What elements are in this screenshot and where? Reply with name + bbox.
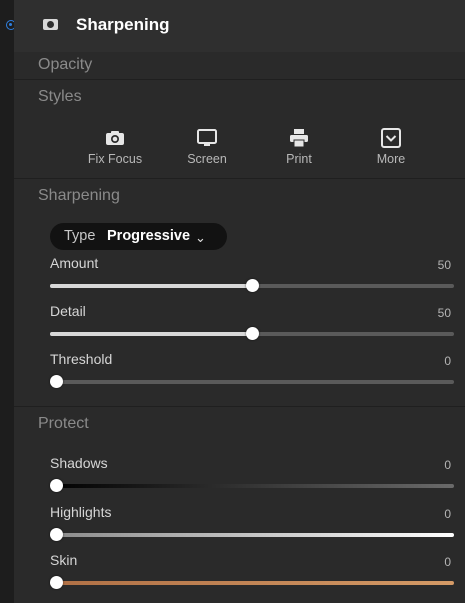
styles-label[interactable]: Styles <box>38 88 82 106</box>
highlights-slider-thumb[interactable] <box>50 528 63 541</box>
amount-label: Amount <box>50 255 99 271</box>
highlights-value: 0 <box>444 507 451 521</box>
divider <box>14 406 465 407</box>
mask-icon[interactable] <box>43 19 58 30</box>
monitor-icon <box>197 129 217 146</box>
amount-slider-fill <box>50 284 252 288</box>
style-more-button[interactable]: More <box>346 127 436 169</box>
style-fix-focus-button[interactable]: Fix Focus <box>70 127 160 169</box>
style-screen-button[interactable]: Screen <box>162 127 252 169</box>
panel-header[interactable]: Sharpening <box>14 0 465 52</box>
divider <box>14 79 465 80</box>
detail-slider[interactable] <box>50 327 454 340</box>
amount-value: 50 <box>437 258 451 272</box>
threshold-slider[interactable] <box>50 375 454 388</box>
panel-left-edge <box>0 0 16 603</box>
type-key: Type <box>64 228 96 244</box>
printer-icon <box>290 129 308 148</box>
highlights-label: Highlights <box>50 504 112 520</box>
panel-title: Sharpening <box>76 15 170 34</box>
highlights-slider[interactable] <box>50 528 454 541</box>
style-label: Screen <box>187 152 227 166</box>
detail-slider-thumb[interactable] <box>246 327 259 340</box>
threshold-label: Threshold <box>50 351 113 367</box>
type-dropdown[interactable]: Type Progressive ⌄ <box>50 223 227 250</box>
threshold-slider-thumb[interactable] <box>50 375 63 388</box>
detail-value: 50 <box>437 306 451 320</box>
detail-slider-fill <box>50 332 252 336</box>
divider <box>14 178 465 179</box>
sharpening-section-label[interactable]: Sharpening <box>38 187 120 205</box>
camera-icon <box>106 131 124 145</box>
shadows-label: Shadows <box>50 455 108 471</box>
dropdown-box-icon <box>381 128 401 148</box>
shadows-slider-thumb[interactable] <box>50 479 63 492</box>
shadows-slider[interactable] <box>50 479 454 492</box>
style-label: Print <box>286 152 312 166</box>
skin-slider[interactable] <box>50 576 454 589</box>
shadows-value: 0 <box>444 458 451 472</box>
threshold-value: 0 <box>444 354 451 368</box>
amount-slider-thumb[interactable] <box>246 279 259 292</box>
protect-section-label[interactable]: Protect <box>38 415 89 433</box>
skin-value: 0 <box>444 555 451 569</box>
chevron-down-icon: ⌄ <box>195 230 206 245</box>
detail-label: Detail <box>50 303 86 319</box>
skin-label: Skin <box>50 552 78 568</box>
style-print-button[interactable]: Print <box>254 127 344 169</box>
style-label: More <box>376 152 406 166</box>
type-value: Progressive <box>107 228 191 244</box>
skin-slider-thumb[interactable] <box>50 576 63 589</box>
amount-slider[interactable] <box>50 279 454 292</box>
opacity-label[interactable]: Opacity <box>38 56 92 74</box>
style-label: Fix Focus <box>87 152 143 166</box>
